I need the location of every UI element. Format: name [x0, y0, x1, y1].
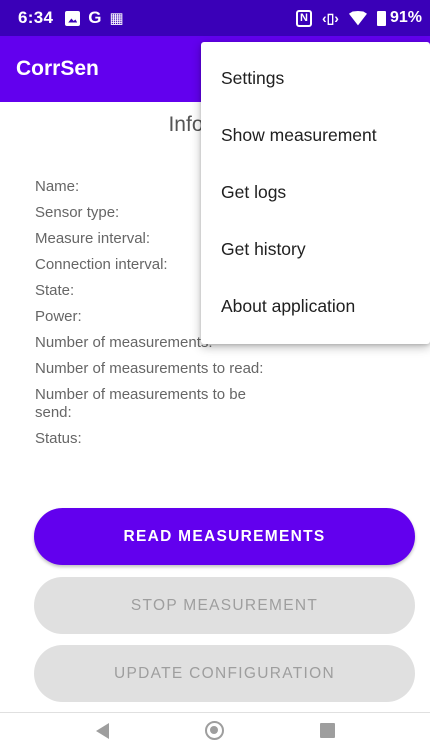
menu-item-settings[interactable]: Settings [201, 50, 430, 107]
menu-item-get-history[interactable]: Get history [201, 221, 430, 278]
status-bar: 6:34 G ▦ N ‹▯› 91% [0, 0, 430, 36]
app-title: CorrSen [16, 57, 99, 80]
stop-measurement-button[interactable]: STOP MEASUREMENT [34, 577, 415, 634]
update-configuration-button[interactable]: UPDATE CONFIGURATION [34, 645, 415, 702]
calendar-icon: ▦ [109, 10, 124, 27]
battery-icon [376, 10, 386, 26]
info-row-status: Status: [35, 430, 82, 447]
status-time: 6:34 [18, 8, 54, 27]
google-g-icon: G [88, 8, 102, 27]
overflow-menu: Settings Show measurement Get logs Get h… [201, 42, 430, 344]
menu-item-show-measurement[interactable]: Show measurement [201, 107, 430, 164]
battery-percent: 91% [389, 9, 422, 26]
navigation-bar [0, 712, 430, 748]
home-icon[interactable] [204, 721, 224, 740]
system-icons: N ‹▯› 91% [295, 9, 422, 27]
nfc-icon: N [295, 9, 312, 27]
notification-icons: G ▦ [65, 8, 124, 28]
info-row-measurements-to-read: Number of measurements to read: [35, 360, 264, 377]
info-row-measurements-to-send: Number of measurements to be send: [35, 386, 246, 421]
read-measurements-button[interactable]: READ MEASUREMENTS [34, 508, 415, 565]
back-icon[interactable] [95, 722, 109, 739]
wifi-icon [349, 11, 367, 25]
vibrate-icon: ‹▯› [321, 9, 339, 26]
recent-apps-icon[interactable] [319, 723, 335, 738]
battery-indicator: 91% [376, 9, 422, 27]
image-icon [65, 10, 81, 26]
menu-item-get-logs[interactable]: Get logs [201, 164, 430, 221]
menu-item-about-application[interactable]: About application [201, 278, 430, 335]
